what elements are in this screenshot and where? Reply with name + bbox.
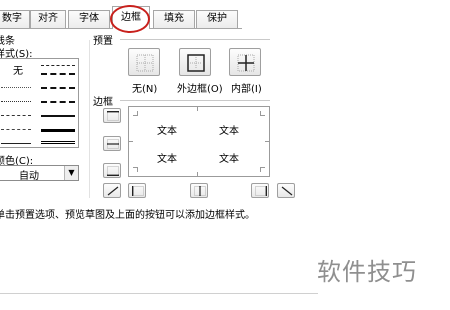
line-style-option[interactable] [41,101,75,103]
bottom-divider [0,293,318,294]
border-separator [120,100,270,101]
preview-center-mark [265,141,269,142]
presets-title: 预置 [93,36,113,47]
border-outline-icon [187,54,205,72]
format-cells-dialog: 数字 对齐 字体 边框 填充 保护 线条 样式(S): 无 颜色(C): 自动 … [0,0,450,310]
border-top-icon [107,111,119,121]
watermark: 软件技巧 [317,258,417,286]
border-inside-icon [237,54,255,72]
line-style-option[interactable] [1,115,31,116]
line-style-option[interactable] [41,73,75,75]
tab-protection[interactable]: 保护 [196,10,238,28]
tab-alignment[interactable]: 对齐 [30,10,66,28]
line-style-list[interactable]: 无 [0,58,79,148]
color-select[interactable]: 自动 ▼ [0,165,79,182]
border-inside-horizontal-button[interactable] [103,136,121,151]
tab-alignment-label: 对齐 [38,13,58,24]
border-diagonal-down-button[interactable] [277,183,295,198]
tab-number[interactable]: 数字 [0,10,30,28]
preview-corner-mark [260,167,265,172]
border-inside-horizontal-icon [107,139,119,149]
preview-text: 文本 [219,154,239,165]
line-style-none[interactable]: 无 [13,62,23,77]
preview-center-mark [197,107,198,111]
border-bottom-button[interactable] [103,163,121,178]
tab-number-label: 数字 [2,13,22,24]
line-style-option[interactable] [1,101,31,102]
border-none-icon [136,54,154,72]
border-left-button[interactable] [128,183,146,198]
diagonal-up-icon [107,186,119,196]
border-bottom-icon [107,166,119,176]
border-inside-vertical-button[interactable] [190,183,208,198]
presets-separator [120,39,270,40]
preset-outline-label: 外边框(O) [177,84,223,95]
tab-font[interactable]: 字体 [68,10,110,28]
preset-inside-label: 内部(I) [231,84,262,95]
line-style-option[interactable] [41,65,75,66]
tab-fill-label: 填充 [164,13,184,24]
preset-none-button[interactable] [128,48,160,76]
line-style-option[interactable] [41,141,75,144]
line-style-option[interactable] [1,143,31,144]
border-top-button[interactable] [103,108,121,123]
tab-protection-label: 保护 [207,13,227,24]
preset-inside-button[interactable] [229,48,261,76]
border-diagonal-up-button[interactable] [103,183,121,198]
line-style-option[interactable] [41,87,75,89]
border-left-icon [132,186,144,196]
chevron-down-icon[interactable]: ▼ [64,166,78,180]
preview-center-mark [197,172,198,176]
line-style-option[interactable] [41,129,75,132]
preview-corner-mark [133,167,138,172]
color-select-value: 自动 [19,171,39,182]
border-inside-vertical-icon [194,186,206,196]
border-preview[interactable]: 文本 文本 文本 文本 [128,106,270,177]
border-right-button[interactable] [251,183,269,198]
preset-outline-button[interactable] [179,48,211,76]
border-right-icon [255,186,267,196]
section-divider [89,40,90,198]
highlight-circle [110,5,150,33]
line-style-option[interactable] [1,129,31,130]
preview-corner-mark [133,111,138,116]
diagonal-down-icon [281,186,293,196]
tab-fill[interactable]: 填充 [153,10,195,28]
preset-none-label: 无(N) [132,84,158,95]
hint-text: 单击预置选项、预览草图及上面的按钮可以添加边框样式。 [0,210,255,221]
line-style-option[interactable] [41,115,75,117]
line-style-option[interactable] [1,87,31,88]
border-section-title: 边框 [93,97,113,108]
preview-center-mark [129,141,133,142]
preview-corner-mark [260,111,265,116]
preview-text: 文本 [157,126,177,137]
preview-text: 文本 [219,126,239,137]
preview-text: 文本 [157,154,177,165]
tab-font-label: 字体 [79,13,99,24]
